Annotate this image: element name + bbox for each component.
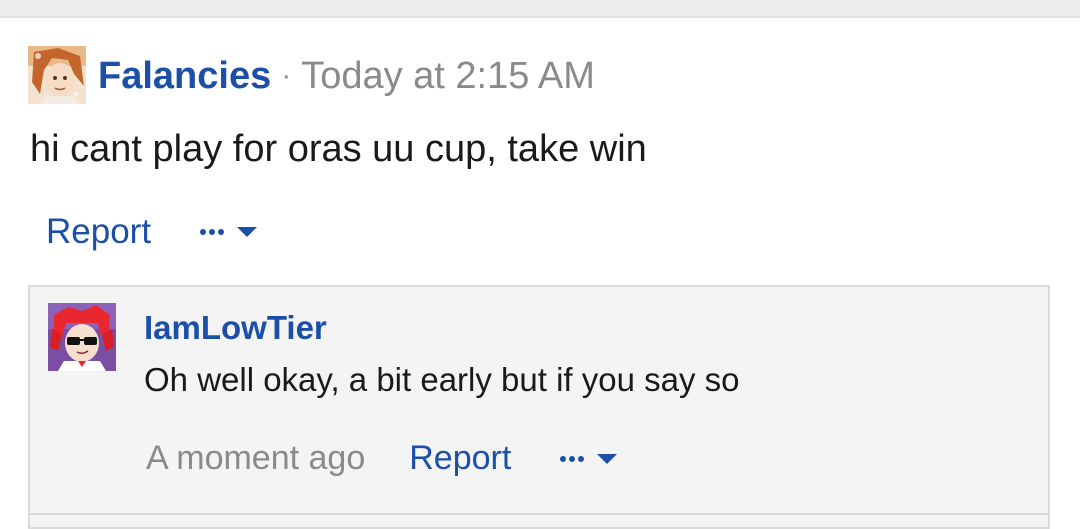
ellipsis-dropdown-icon bbox=[200, 227, 258, 237]
reply-bottom-divider bbox=[30, 513, 1048, 515]
reply-more-menu[interactable] bbox=[557, 449, 621, 469]
reply-actions: A moment ago Report bbox=[146, 439, 621, 478]
post-actions: Report bbox=[46, 212, 261, 252]
iamlowtier-avatar[interactable] bbox=[48, 303, 116, 371]
reply-report-link[interactable]: Report bbox=[409, 439, 511, 478]
post-more-menu[interactable] bbox=[197, 222, 261, 242]
top-divider bbox=[0, 0, 1080, 18]
reply-message: Oh well okay, a bit early but if you say… bbox=[144, 361, 740, 398]
reply-timestamp[interactable]: A moment ago bbox=[146, 439, 365, 478]
ellipsis-dropdown-icon bbox=[560, 453, 618, 464]
thread-page: Falancies · Today at 2:15 AM hi cant pla… bbox=[0, 0, 1080, 529]
header-separator: · bbox=[281, 59, 292, 92]
post-message: hi cant play for oras uu cup, take win bbox=[30, 128, 647, 170]
falancies-avatar[interactable] bbox=[28, 46, 86, 104]
post-report-link[interactable]: Report bbox=[46, 212, 151, 252]
post-username[interactable]: Falancies bbox=[98, 55, 271, 98]
post-timestamp[interactable]: Today at 2:15 AM bbox=[301, 55, 595, 98]
reply-container: IamLowTier Oh well okay, a bit early but… bbox=[28, 285, 1050, 529]
reply-username[interactable]: IamLowTier bbox=[144, 309, 327, 347]
post-header: Falancies · Today at 2:15 AM bbox=[98, 52, 595, 100]
